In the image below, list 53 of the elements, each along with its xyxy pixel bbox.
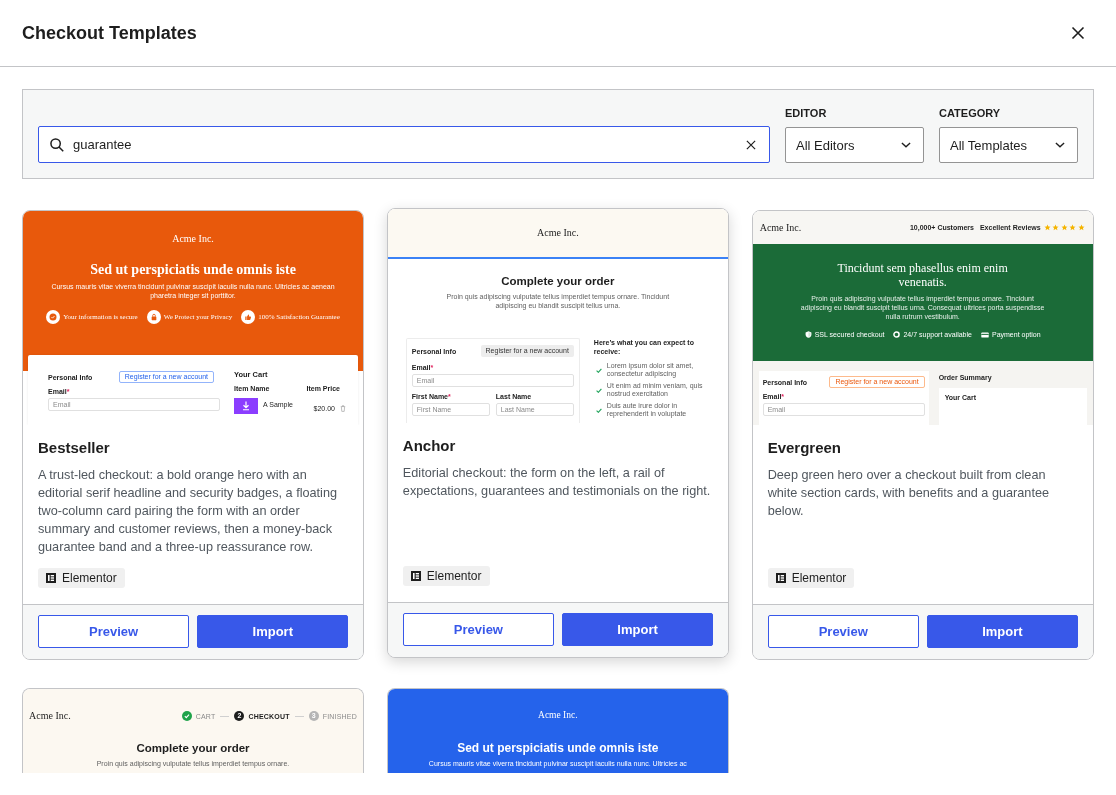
preview-button[interactable]: Preview <box>402 613 554 646</box>
filter-label: CATEGORY <box>939 106 1002 120</box>
brand-name: Acme Inc. <box>537 227 579 239</box>
editor-select[interactable]: All Editors <box>785 127 924 163</box>
check-circle-icon <box>46 310 61 324</box>
builder-name: Elementor <box>791 571 847 585</box>
template-name: Evergreen <box>767 438 843 458</box>
logo-icon <box>410 571 421 581</box>
check-icon <box>595 367 602 373</box>
logo-icon <box>775 573 786 583</box>
import-button[interactable]: Import <box>926 615 1078 648</box>
step-connector <box>294 715 304 717</box>
search-icon <box>50 137 64 152</box>
clear-icon <box>745 138 757 151</box>
ring-icon <box>893 331 901 338</box>
filter-label: EDITOR <box>785 106 828 120</box>
clear-button[interactable] <box>745 138 757 151</box>
category-select[interactable]: All Templates <box>939 127 1078 163</box>
brand-name: Acme Inc. <box>29 710 71 722</box>
chevron-down-icon <box>1055 142 1065 148</box>
check-icon <box>595 387 602 393</box>
download-icon <box>234 398 258 414</box>
logo-icon <box>46 573 56 583</box>
hero-headline: Sed ut perspiciatis unde omnis iste <box>456 741 660 756</box>
builder-name: Elementor <box>426 569 482 583</box>
template-description: Deep green hero over a checkout built from clean white section cards, with benefits and a guarantee below. <box>767 467 1051 520</box>
check-icon <box>595 407 602 413</box>
dialog-title: Checkout Templates <box>22 22 197 45</box>
brand-name: Acme Inc. <box>759 221 802 234</box>
preview-button[interactable]: Preview <box>767 615 919 648</box>
shield-icon <box>804 331 812 338</box>
lock-icon <box>146 310 161 324</box>
search-field[interactable]: guarantee <box>38 126 770 163</box>
brand-name: Acme Inc. <box>171 233 215 245</box>
credit-card-icon <box>980 331 989 338</box>
builder-name: Elementor <box>62 571 117 585</box>
template-description: A trust-led checkout: a bold orange hero with an editorial serif headline and security badges, a floating two-column card pairing the form with an order summary and customer reviews, then a money-back guarantee band and a three-up reassurance row. <box>38 467 339 556</box>
step-connector <box>220 715 230 717</box>
template-name: Anchor <box>402 436 457 456</box>
preview-button[interactable]: Preview <box>38 615 190 648</box>
page-heading: Complete your order <box>135 741 251 755</box>
thumbs-up-icon <box>241 310 256 324</box>
page-heading: Complete your order <box>500 274 616 288</box>
template-description: Editorial checkout: the form on the left, a rail of expectations, guarantees and testimonials on the right. <box>402 465 712 500</box>
hero-headline: Sed ut perspiciatis unde omnis iste <box>89 261 297 278</box>
template-name: Bestseller <box>38 438 111 458</box>
hero-headline: Tincidunt sem phasellus enim enim venenatis. <box>836 261 1009 289</box>
import-button[interactable]: Import <box>562 613 714 646</box>
import-button[interactable]: Import <box>197 615 349 648</box>
trash-icon <box>340 405 346 412</box>
brand-name: Acme Inc. <box>537 709 579 721</box>
close-icon <box>1070 25 1086 41</box>
chevron-down-icon <box>901 142 911 148</box>
